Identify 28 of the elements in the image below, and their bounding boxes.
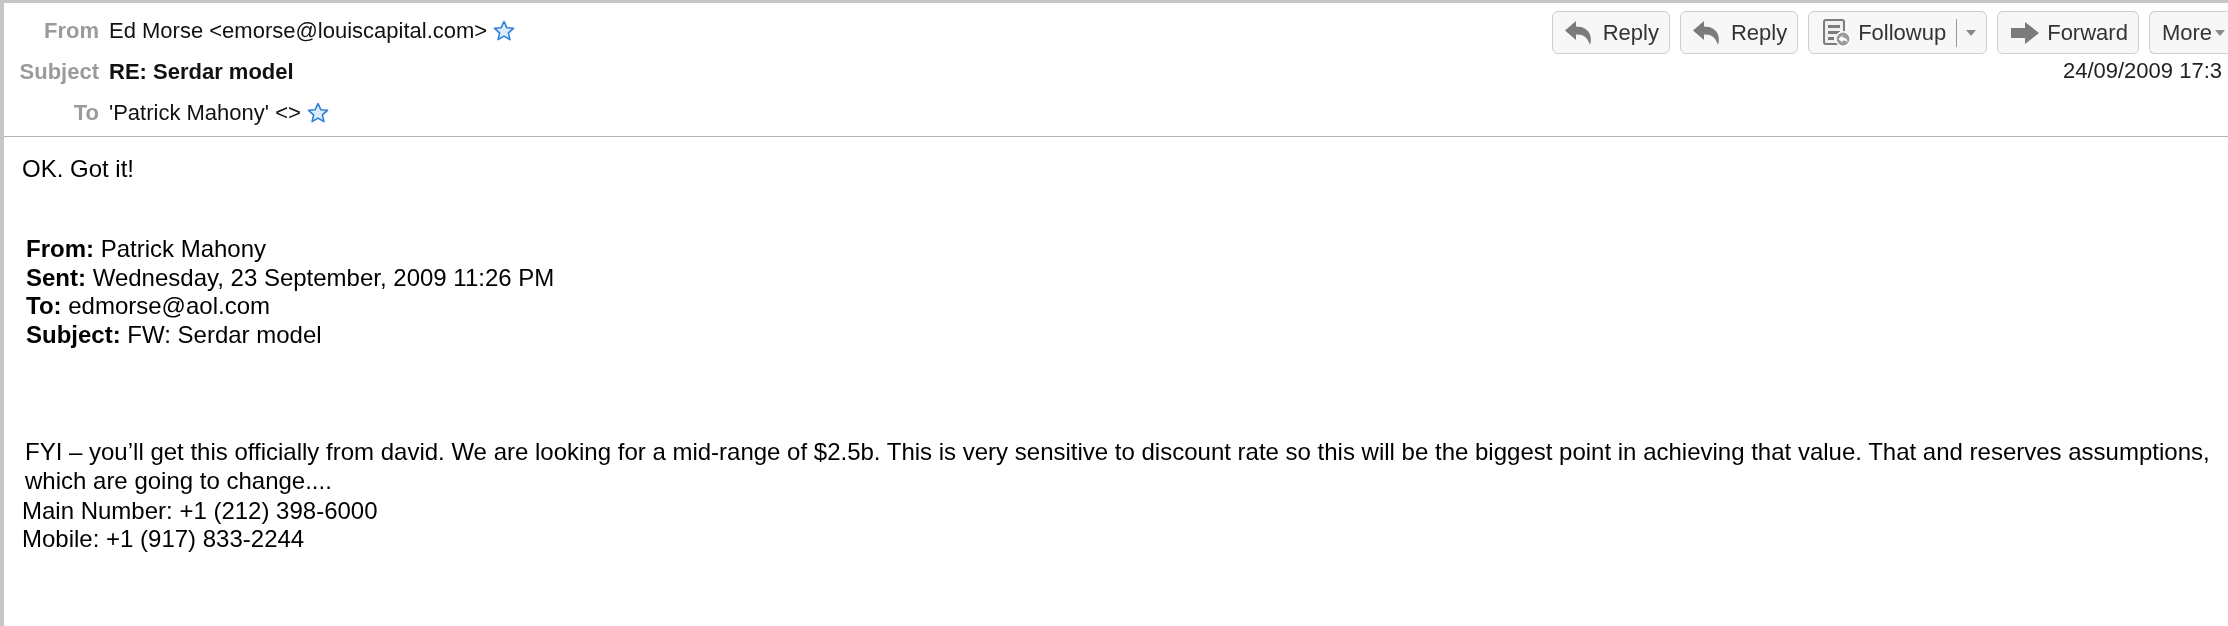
reply-button[interactable]: Reply	[1551, 11, 1670, 54]
reply-arrow-icon	[1564, 20, 1593, 45]
quoted-header-line: Sent: Wednesday, 23 September, 2009 11:26 PM	[26, 263, 555, 292]
more-button[interactable]: More	[2148, 11, 2228, 54]
field-label: From	[43, 17, 99, 45]
signature-line: Mobile: +1 (917) 833-2244	[22, 525, 305, 553]
subject-text: RE: Serdar model	[109, 58, 294, 86]
document-icon	[1823, 18, 1852, 47]
followup-button[interactable]: Followup	[1808, 11, 1988, 54]
caret-icon	[2215, 29, 2225, 36]
signature-line: Main Number: +1 (212) 398-6000	[22, 497, 378, 525]
field-label: To	[72, 99, 99, 127]
quoted-header-line: To: edmorse@aol.com	[26, 292, 270, 321]
message-paragraph: FYI – you’ll get this officially from david. We are looking for a mid-range of $2.5b. This is very sensitive to discount rate so this will be the biggest point in achieving that value. That and reserves assumptions, which are going to change....	[25, 437, 2211, 495]
right-arrow-icon	[2011, 21, 2040, 44]
star-icon[interactable]	[493, 19, 516, 42]
address-text[interactable]: 'Patrick Mahony' <>	[109, 96, 301, 129]
forward-button[interactable]: Forward	[1997, 11, 2139, 54]
caret-icon	[1966, 29, 1977, 36]
quoted-header-line: From: Patrick Mahony	[26, 235, 267, 264]
reply-button[interactable]: Reply	[1679, 11, 1799, 54]
address-text[interactable]: Ed Morse <emorse@louiscapital.com>	[109, 14, 488, 47]
message-date: 24/09/2009 17:3	[2062, 58, 2223, 84]
quoted-header-line: Subject: FW: Serdar model	[26, 320, 322, 349]
field-label: Subject	[18, 58, 99, 86]
star-icon[interactable]	[306, 101, 329, 124]
reply-text: OK. Got it!	[21, 154, 135, 183]
reply-arrow-icon	[1692, 20, 1721, 45]
